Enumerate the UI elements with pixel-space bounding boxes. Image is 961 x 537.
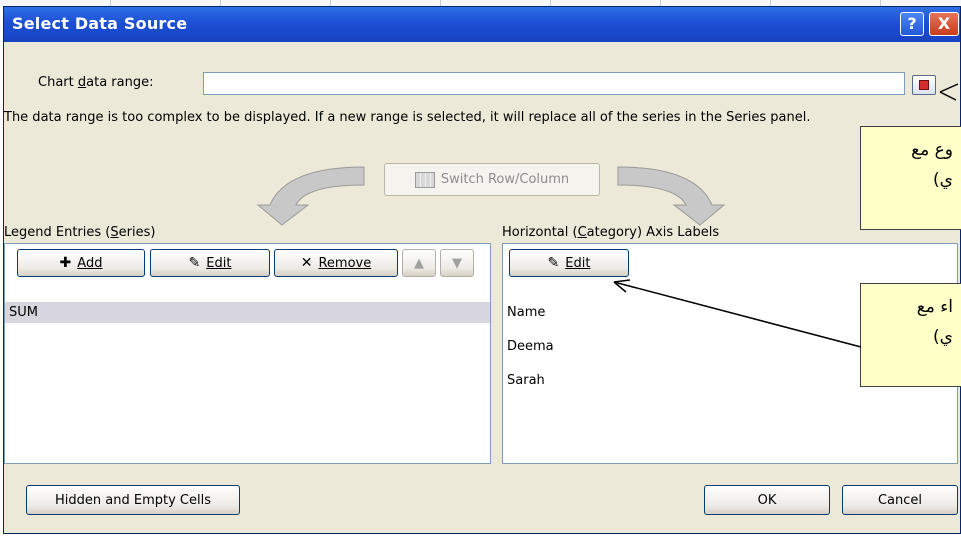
- callout-arrow-line: [613, 281, 862, 348]
- annotation-arrows: [613, 83, 959, 348]
- callout-arrow-head-icon: [939, 83, 959, 101]
